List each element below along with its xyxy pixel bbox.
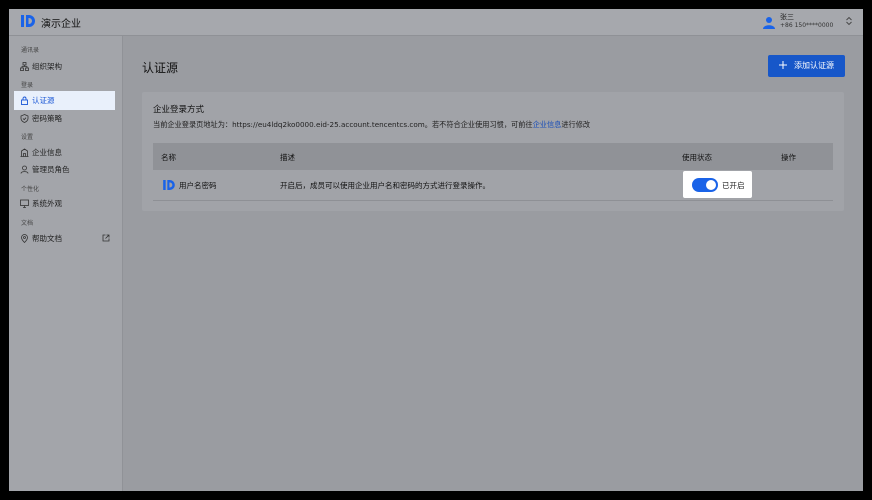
id-logo-icon xyxy=(163,180,175,190)
status-toggle[interactable] xyxy=(692,178,718,192)
status-toggle-container: 已开启 xyxy=(683,171,752,198)
table-header: 名称 描述 使用状态 操作 xyxy=(153,143,833,170)
sidebar-item-label: 系统外观 xyxy=(32,199,62,208)
sidebar-item-admin-roles[interactable]: 管理员角色 xyxy=(15,161,114,178)
plus-icon xyxy=(779,61,787,69)
method-description: 开启后，成员可以使用企业用户名和密码的方式进行登录操作。 xyxy=(280,181,490,190)
sidebar-section-contacts: 通讯录 xyxy=(21,47,40,54)
add-auth-source-button[interactable]: 添加认证源 xyxy=(768,55,845,77)
app-title: 演示企业 xyxy=(41,19,81,30)
page-title: 认证源 xyxy=(142,61,179,75)
logo-icon xyxy=(21,15,35,27)
external-link-icon xyxy=(102,234,110,242)
sidebar-item-label: 密码策略 xyxy=(32,114,62,123)
user-phone: +86 150****0000 xyxy=(780,22,834,29)
sidebar-item-help-docs[interactable]: 帮助文档 xyxy=(15,230,114,247)
shield-icon xyxy=(20,114,29,123)
top-bar: 演示企业 张三 +86 150****0000 xyxy=(9,9,863,36)
user-menu-chevron-icon[interactable] xyxy=(845,16,853,26)
sidebar-item-label: 帮助文档 xyxy=(32,234,62,243)
sidebar-section-settings: 设置 xyxy=(21,134,34,141)
lock-icon xyxy=(21,96,28,105)
sidebar-item-label: 管理员角色 xyxy=(32,165,70,174)
sidebar-item-auth-source[interactable]: 认证源 xyxy=(14,91,115,110)
column-header-status: 使用状态 xyxy=(682,153,712,162)
sidebar: 通讯录 组织架构 登录 认证源 密码策略 设置 企业信息 管理员角色 个性化 系… xyxy=(9,36,123,491)
method-name: 用户名密码 xyxy=(179,181,217,190)
sidebar-section-login: 登录 xyxy=(21,82,34,89)
app-window: 演示企业 张三 +86 150****0000 通讯录 组织架构 登录 认证源 … xyxy=(9,9,863,491)
column-header-description: 描述 xyxy=(280,153,295,162)
status-label: 已开启 xyxy=(722,181,745,190)
building-icon xyxy=(20,148,29,157)
sidebar-item-label: 组织架构 xyxy=(32,62,62,71)
company-info-link[interactable]: 企业信息 xyxy=(533,120,562,129)
sidebar-item-org-structure[interactable]: 组织架构 xyxy=(15,58,114,75)
card-description: 当前企业登录页地址为：https://eu4ldq2ko0000.eid-25.… xyxy=(153,120,590,130)
column-header-name: 名称 xyxy=(161,153,176,162)
table-row: 用户名密码 开启后，成员可以使用企业用户名和密码的方式进行登录操作。 已开启 xyxy=(153,170,833,201)
card-title: 企业登录方式 xyxy=(153,105,205,115)
sidebar-item-appearance[interactable]: 系统外观 xyxy=(15,195,114,212)
org-icon xyxy=(20,62,29,71)
location-icon xyxy=(21,234,28,243)
sidebar-item-label: 企业信息 xyxy=(32,148,62,157)
add-button-label: 添加认证源 xyxy=(794,61,834,70)
login-methods-card: 企业登录方式 当前企业登录页地址为：https://eu4ldq2ko0000.… xyxy=(142,92,844,211)
sidebar-item-label: 认证源 xyxy=(32,96,55,105)
user-name[interactable]: 张三 xyxy=(780,12,794,22)
sidebar-section-personalize: 个性化 xyxy=(21,186,40,193)
sidebar-section-docs: 文档 xyxy=(21,220,34,227)
column-header-actions: 操作 xyxy=(781,153,796,162)
monitor-icon xyxy=(20,199,29,208)
card-desc-prefix: 当前企业登录页地址为：https://eu4ldq2ko0000.eid-25.… xyxy=(153,120,533,129)
sidebar-item-company-info[interactable]: 企业信息 xyxy=(15,144,114,161)
card-desc-suffix: 进行修改 xyxy=(561,120,591,129)
admin-icon xyxy=(20,165,29,174)
toggle-knob xyxy=(706,180,716,190)
sidebar-item-password-policy[interactable]: 密码策略 xyxy=(15,110,114,127)
user-avatar-icon[interactable] xyxy=(763,16,775,29)
